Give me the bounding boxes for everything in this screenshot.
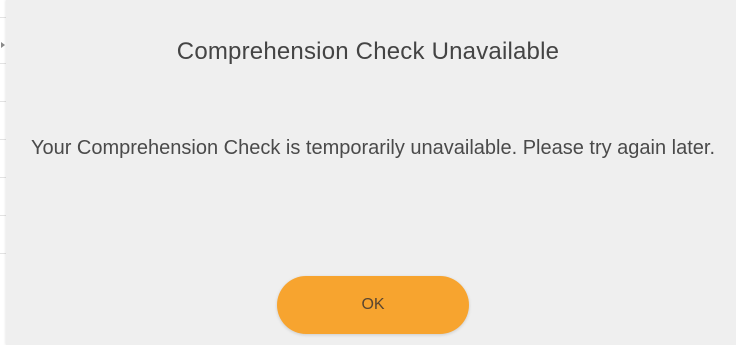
dialog-title: Comprehension Check Unavailable: [176, 38, 560, 65]
ok-button[interactable]: OK: [277, 276, 469, 334]
dialog-message: Your Comprehension Check is temporarily …: [30, 137, 716, 159]
